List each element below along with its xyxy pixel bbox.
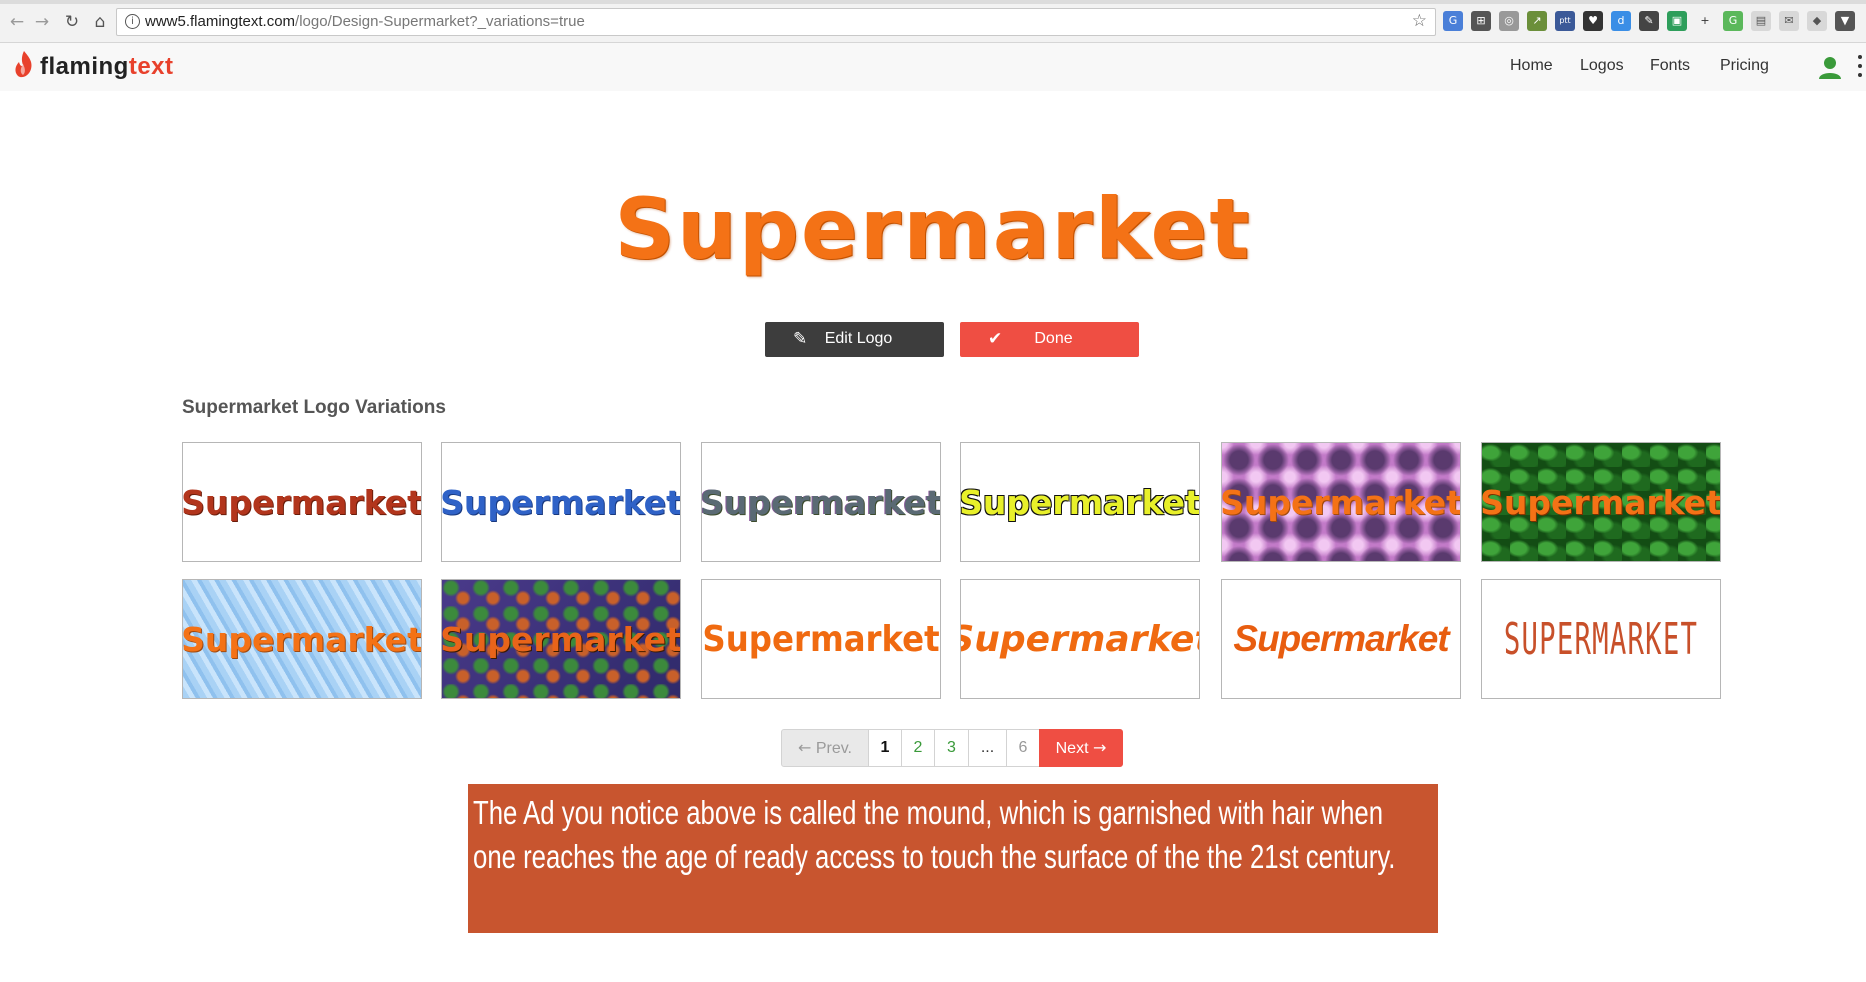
dropbox-icon[interactable]: ◆ (1807, 11, 1827, 31)
logo-variation-text: Supermarket (441, 482, 681, 522)
extension-icon[interactable]: ⊞ (1471, 11, 1491, 31)
nav-fonts[interactable]: Fonts (1650, 57, 1690, 75)
ad-text: The Ad you notice above is called the mo… (473, 794, 1396, 875)
logo-variation-text: Supermarket (1221, 482, 1461, 522)
site-header: flamingtext Home Logos Fonts Pricing (0, 43, 1866, 91)
page-link-2[interactable]: 2 (901, 729, 935, 767)
logo-variation-tile[interactable]: Supermarket (701, 579, 941, 699)
logo-variation-text: Supermarket (702, 618, 940, 660)
logo-variation-tile[interactable]: Supermarket (1481, 442, 1721, 562)
nav-logos[interactable]: Logos (1580, 57, 1624, 75)
pocket-icon[interactable]: ♥ (1583, 11, 1603, 31)
page-link-3[interactable]: 3 (934, 729, 969, 767)
logo-variation-text: Supermarket (441, 619, 681, 659)
next-page-button[interactable]: Next → (1039, 729, 1123, 767)
page-link-1[interactable]: 1 (868, 729, 902, 767)
logo-variation-tile[interactable]: Supermarket (182, 579, 422, 699)
logo-variation-tile[interactable]: Supermarket (960, 579, 1200, 699)
page-link-6[interactable]: 6 (1006, 729, 1040, 767)
edit-logo-button[interactable]: ✎ Edit Logo (765, 322, 944, 357)
extension-icon[interactable]: d (1611, 11, 1631, 31)
site-info-icon[interactable]: i (125, 14, 140, 29)
browser-toolbar: ← → ↻ ⌂ i www5.flamingtext.com/logo/Desi… (0, 0, 1866, 43)
address-bar[interactable]: i www5.flamingtext.com/logo/Design-Super… (116, 8, 1436, 36)
extension-icon[interactable]: ↗ (1527, 11, 1547, 31)
logo-variation-tile[interactable]: SUPERMARKET (1481, 579, 1721, 699)
logo-variation-tile[interactable]: Supermarket (1221, 442, 1461, 562)
logo-variation-text: Supermarket (960, 482, 1200, 522)
logo-variation-text: Supermarket (1481, 482, 1721, 522)
logo-preview-title: Supermarket (614, 180, 1252, 278)
extension-icon[interactable]: ▣ (1667, 11, 1687, 31)
translate-extension-icon[interactable]: G (1443, 11, 1463, 31)
advertisement-banner[interactable]: The Ad you notice above is called the mo… (468, 784, 1438, 933)
edit-logo-label: Edit Logo (824, 330, 893, 347)
brand-part-flaming: flaming (40, 53, 129, 80)
logo-variation-text: Supermarket (182, 482, 422, 522)
logo-variation-tile[interactable]: Supermarket (960, 442, 1200, 562)
reload-icon[interactable]: ↻ (61, 11, 83, 33)
url-host: www5.flamingtext.com (145, 13, 296, 30)
logo-variation-text: SUPERMARKET (1503, 613, 1699, 665)
page-ellipsis: ... (968, 729, 1007, 767)
logo-variation-tile[interactable]: Supermarket (1221, 579, 1461, 699)
next-label: Next (1055, 740, 1089, 757)
tab-strip (0, 0, 1866, 4)
logo-variation-tile[interactable]: Supermarket (441, 579, 681, 699)
bookmark-star-icon[interactable]: ☆ (1412, 11, 1427, 31)
logo-variation-tile[interactable]: Supermarket (182, 442, 422, 562)
logo-variation-text: Supermarket (1233, 618, 1449, 659)
nav-pricing[interactable]: Pricing (1720, 57, 1769, 75)
extension-icon[interactable]: ✎ (1639, 11, 1659, 31)
nav-home[interactable]: Home (1510, 57, 1553, 75)
logo-variation-tile[interactable]: Supermarket (701, 442, 941, 562)
url-text: www5.flamingtext.com/logo/Design-Superma… (145, 13, 585, 30)
user-account-icon[interactable] (1817, 55, 1843, 81)
logo-variation-text: Supermarket (182, 619, 422, 659)
extension-icon[interactable]: ✉ (1779, 11, 1799, 31)
brand-logo-text[interactable]: flamingtext (40, 53, 174, 81)
more-menu-icon[interactable] (1858, 55, 1864, 79)
arrow-right-icon: → (1092, 738, 1107, 757)
back-icon[interactable]: ← (6, 11, 28, 33)
home-icon[interactable]: ⌂ (89, 11, 111, 33)
logo-variation-text: Supermarket (701, 482, 941, 522)
extension-icon[interactable]: ptt (1555, 11, 1575, 31)
prev-label: Prev. (815, 740, 852, 757)
done-label: Done (1034, 330, 1073, 347)
extension-icon[interactable]: ◎ (1499, 11, 1519, 31)
logo-variation-text: Supermarket (960, 618, 1200, 660)
variations-heading: Supermarket Logo Variations (182, 397, 446, 418)
logo-variation-tile[interactable]: Supermarket (441, 442, 681, 562)
extension-icon[interactable]: + (1695, 11, 1715, 31)
flame-logo-icon[interactable] (13, 50, 35, 80)
brand-part-text: text (128, 53, 174, 80)
prev-page-button[interactable]: ← Prev. (781, 729, 869, 767)
extension-icon[interactable]: G (1723, 11, 1743, 31)
done-button[interactable]: ✔ Done (960, 322, 1139, 357)
forward-icon[interactable]: → (31, 11, 53, 33)
extension-icon[interactable]: ▤ (1751, 11, 1771, 31)
extension-icon[interactable]: ▼ (1835, 11, 1855, 31)
arrow-left-icon: ← (797, 738, 812, 757)
url-path: /logo/Design-Supermarket?_variations=tru… (295, 13, 585, 30)
